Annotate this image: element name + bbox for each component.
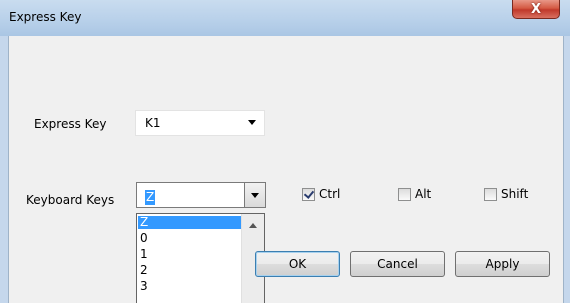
keyboard-keys-value: Z: [145, 190, 156, 205]
window-title: Express Key: [9, 10, 82, 24]
title-bar: Express Key X: [0, 0, 570, 37]
list-item[interactable]: 1: [138, 248, 243, 261]
checkbox-checked-icon[interactable]: [302, 187, 315, 201]
express-key-label: Express Key: [34, 117, 107, 131]
chevron-down-icon: [248, 120, 256, 125]
checkbox-unchecked-icon[interactable]: [398, 187, 411, 201]
keyboard-keys-dropdown-button[interactable]: [244, 183, 265, 207]
close-button[interactable]: X: [512, 0, 560, 19]
shift-label: Shift: [501, 187, 529, 201]
keyboard-keys-dropdown-list[interactable]: Z 0 1 2 3: [136, 213, 265, 303]
keyboard-keys-input[interactable]: Z: [139, 186, 239, 205]
window-frame-left: [0, 36, 8, 303]
chevron-up-icon[interactable]: [249, 223, 257, 228]
ctrl-label: Ctrl: [319, 187, 341, 201]
keyboard-keys-combobox[interactable]: Z: [136, 182, 266, 208]
shift-checkbox[interactable]: Shift: [484, 186, 528, 202]
list-item[interactable]: 3: [138, 280, 243, 293]
close-icon: X: [530, 1, 542, 17]
express-key-value: K1: [145, 116, 161, 130]
list-item[interactable]: 2: [138, 264, 243, 277]
ctrl-checkbox[interactable]: Ctrl: [302, 186, 340, 202]
apply-button[interactable]: Apply: [455, 251, 550, 277]
list-item[interactable]: Z: [138, 216, 243, 229]
ok-button[interactable]: OK: [255, 251, 340, 277]
alt-checkbox[interactable]: Alt: [398, 186, 431, 202]
alt-label: Alt: [415, 187, 432, 201]
express-key-select[interactable]: K1: [135, 110, 265, 136]
list-item[interactable]: 0: [138, 232, 243, 245]
chevron-down-icon: [251, 193, 259, 198]
keyboard-keys-label: Keyboard Keys: [26, 193, 115, 207]
cancel-button[interactable]: Cancel: [350, 251, 445, 277]
checkbox-unchecked-icon[interactable]: [484, 187, 497, 201]
